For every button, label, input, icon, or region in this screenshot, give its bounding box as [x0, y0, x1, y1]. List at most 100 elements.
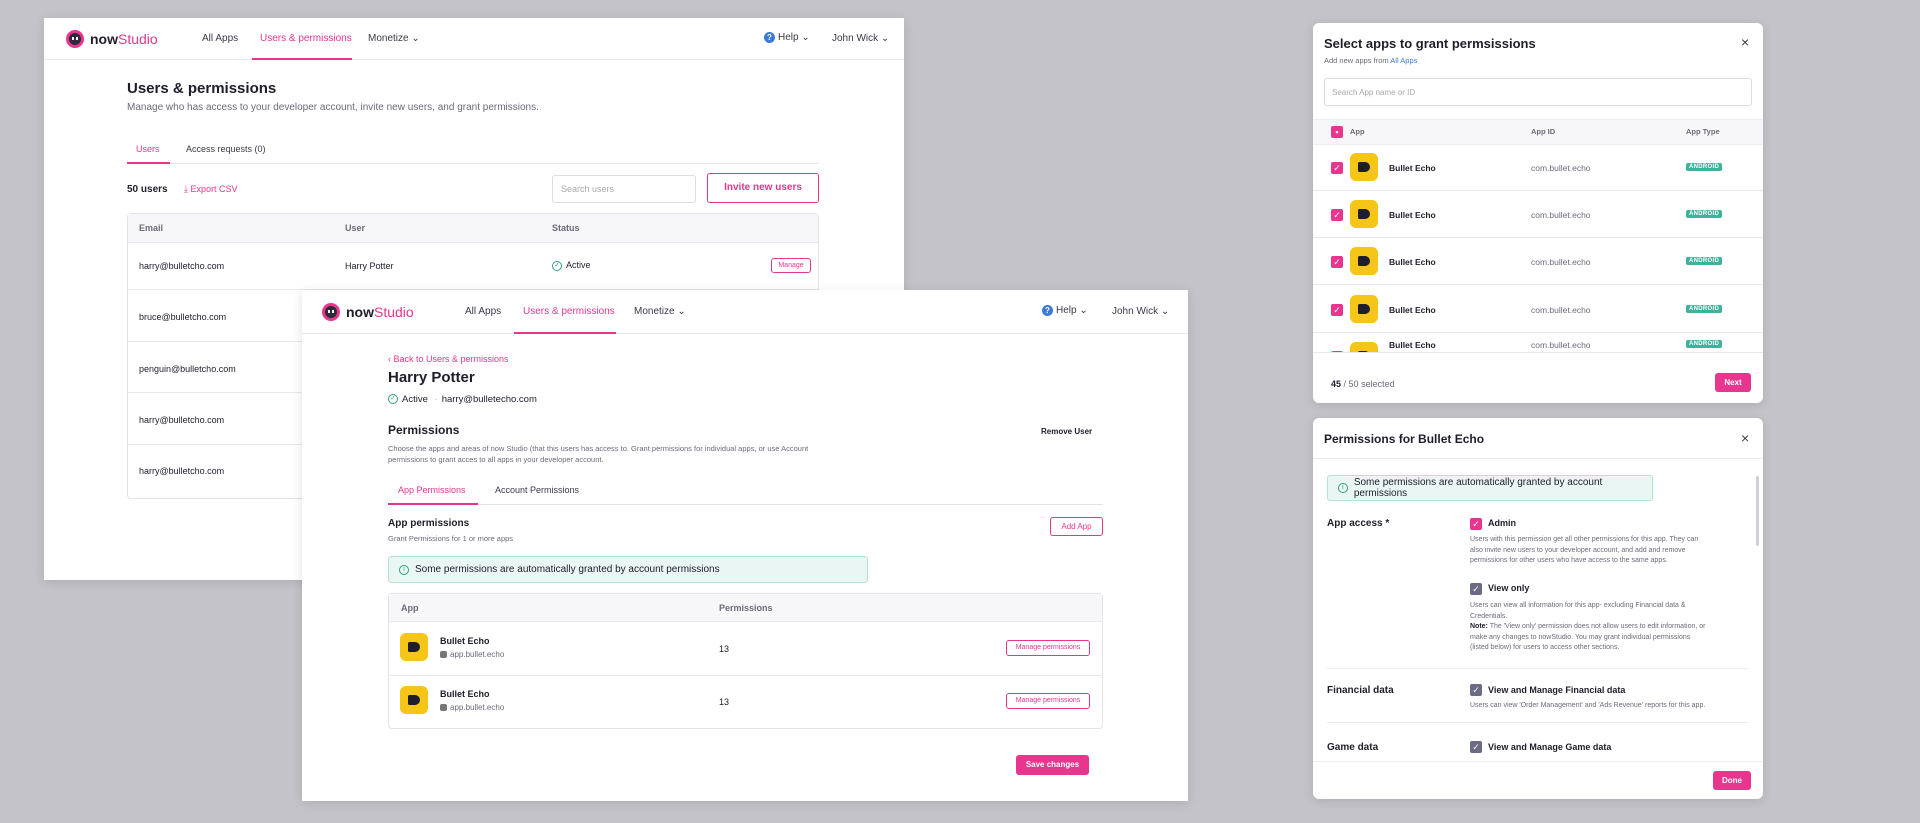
nav-users-permissions[interactable]: Users & permissions [523, 306, 615, 317]
table-row-email: harry@bulletcho.com [139, 466, 225, 476]
chevron-down-icon: ⌄ [880, 33, 890, 44]
info-banner: i Some permissions are automatically gra… [1327, 475, 1653, 501]
user-status-row: ✓ Active · harry@bulletecho.com [388, 394, 537, 405]
done-button[interactable]: Done [1713, 771, 1751, 790]
financial-data-label: Financial data [1327, 685, 1394, 696]
info-banner: i Some permissions are automatically gra… [388, 556, 868, 583]
top-nav: nowStudio All Apps Users & permissions M… [302, 290, 1188, 334]
manage-button[interactable]: Manage [771, 258, 811, 273]
col-app-type: App Type [1686, 127, 1720, 136]
financial-checkbox[interactable]: ✓ [1470, 684, 1482, 696]
scrollbar[interactable] [1756, 476, 1759, 546]
nav-all-apps[interactable]: All Apps [202, 33, 238, 44]
logo-icon [322, 303, 340, 321]
nav-user-menu[interactable]: John Wick ⌄ [832, 33, 889, 44]
app-type-badge: ANDROID [1686, 257, 1723, 265]
admin-checkbox[interactable]: ✓ [1470, 518, 1482, 530]
row-checkbox[interactable]: ✓ [1331, 304, 1343, 316]
help-icon: ? [1042, 305, 1053, 316]
app-access-label: App access * [1327, 518, 1390, 529]
app-id: com.bullet.echo [1531, 210, 1591, 220]
search-placeholder: Search users [561, 184, 615, 194]
modal-title: Select apps to grant permsissions [1324, 36, 1536, 51]
tab-active-indicator [388, 503, 478, 505]
search-app-input[interactable]: Search App name or ID [1324, 78, 1752, 106]
app-id: com.bullet.echo [1531, 257, 1591, 267]
app-name: Bullet Echo [1389, 210, 1436, 220]
next-button[interactable]: Next [1715, 373, 1751, 392]
nav-monetize[interactable]: Monetize ⌄ [368, 33, 420, 44]
logo[interactable]: nowStudio [66, 30, 158, 48]
tab-users[interactable]: Users [136, 144, 160, 154]
tab-access-requests[interactable]: Access requests (0) [186, 144, 266, 154]
admin-label: Admin [1488, 518, 1516, 528]
permissions-desc-2: permissions to grant acces to all apps i… [388, 455, 604, 464]
manage-permissions-button[interactable]: Manage permissions [1006, 640, 1090, 656]
bullet-echo-app-icon [1350, 247, 1378, 275]
col-user: User [345, 223, 366, 233]
table-row-user: Harry Potter [345, 261, 394, 271]
user-detail-panel: nowStudio All Apps Users & permissions M… [302, 290, 1188, 801]
col-app: App [1350, 127, 1365, 136]
financial-option-label: View and Manage Financial data [1488, 685, 1626, 695]
manage-permissions-button[interactable]: Manage permissions [1006, 693, 1090, 709]
back-link[interactable]: ‹ Back to Users & permissions [388, 354, 509, 364]
logo-icon [66, 30, 84, 48]
save-changes-button[interactable]: Save changes [1016, 755, 1089, 775]
nav-users-permissions[interactable]: Users & permissions [260, 33, 352, 44]
bullet-echo-app-icon [400, 633, 428, 661]
col-permissions: Permissions [719, 603, 773, 613]
remove-user-button[interactable]: Remove User [1041, 427, 1092, 436]
col-app: App [401, 603, 419, 613]
search-users-input[interactable]: Search users [552, 175, 696, 203]
nav-monetize[interactable]: Monetize ⌄ [634, 306, 686, 317]
chevron-down-icon: ⌄ [1160, 306, 1170, 317]
user-status: Active [402, 394, 428, 405]
top-nav: nowStudio All Apps Users & permissions M… [44, 18, 904, 60]
game-checkbox[interactable]: ✓ [1470, 741, 1482, 753]
tab-app-permissions[interactable]: App Permissions [398, 485, 466, 495]
tab-account-permissions[interactable]: Account Permissions [495, 485, 579, 495]
table-row-email: harry@bulletcho.com [139, 415, 225, 425]
app-type-badge: ANDROID [1686, 163, 1723, 171]
export-csv-link[interactable]: ⤓ Export CSV [184, 184, 238, 195]
view-only-checkbox[interactable]: ✓ [1470, 583, 1482, 595]
nav-help[interactable]: ? Help ⌄ [764, 32, 810, 43]
permissions-title: Permissions [388, 423, 460, 437]
search-placeholder: Search App name or ID [1332, 88, 1416, 97]
nav-active-indicator [252, 58, 352, 60]
app-permissions-title: App permissions [388, 518, 470, 529]
select-all-checkbox[interactable]: ▪ [1331, 126, 1343, 138]
chevron-down-icon: ⌄ [411, 33, 420, 44]
section-divider [1327, 722, 1749, 723]
close-icon[interactable]: × [1741, 430, 1749, 446]
info-icon: i [399, 564, 409, 575]
table-row-email: bruce@bulletcho.com [139, 312, 227, 322]
bullet-echo-app-icon [1350, 295, 1378, 323]
all-apps-link[interactable]: All Apps [1390, 56, 1417, 65]
chevron-down-icon: ⌄ [677, 306, 686, 317]
invite-users-button[interactable]: Invite new users [707, 173, 819, 203]
check-circle-icon: ✓ [552, 260, 562, 271]
tabs-divider [127, 163, 819, 164]
view-only-desc: Users can view all information for this … [1470, 602, 1706, 651]
col-status: Status [552, 223, 580, 233]
logo[interactable]: nowStudio [322, 303, 414, 321]
add-app-button[interactable]: Add App [1050, 517, 1103, 536]
chevron-down-icon: ⌄ [801, 32, 810, 44]
user-name: Harry Potter [388, 369, 475, 386]
nav-all-apps[interactable]: All Apps [465, 306, 501, 317]
permissions-modal: Permissions for Bullet Echo × i Some per… [1313, 418, 1763, 799]
app-name: Bullet Echo [440, 636, 490, 646]
row-checkbox[interactable]: ✓ [1331, 209, 1343, 221]
nav-help[interactable]: ? Help ⌄ [1042, 305, 1088, 316]
bullet-echo-app-icon [1350, 200, 1378, 228]
bullet-echo-app-icon [1350, 153, 1378, 181]
row-checkbox[interactable]: ✓ [1331, 256, 1343, 268]
page-subtitle: Manage who has access to your developer … [127, 102, 539, 113]
table-row-status: ✓ Active [552, 260, 591, 271]
row-checkbox[interactable]: ✓ [1331, 162, 1343, 174]
close-icon[interactable]: × [1741, 34, 1749, 50]
nav-user-menu[interactable]: John Wick ⌄ [1112, 306, 1169, 317]
app-id: com.bullet.echo [1531, 340, 1591, 350]
